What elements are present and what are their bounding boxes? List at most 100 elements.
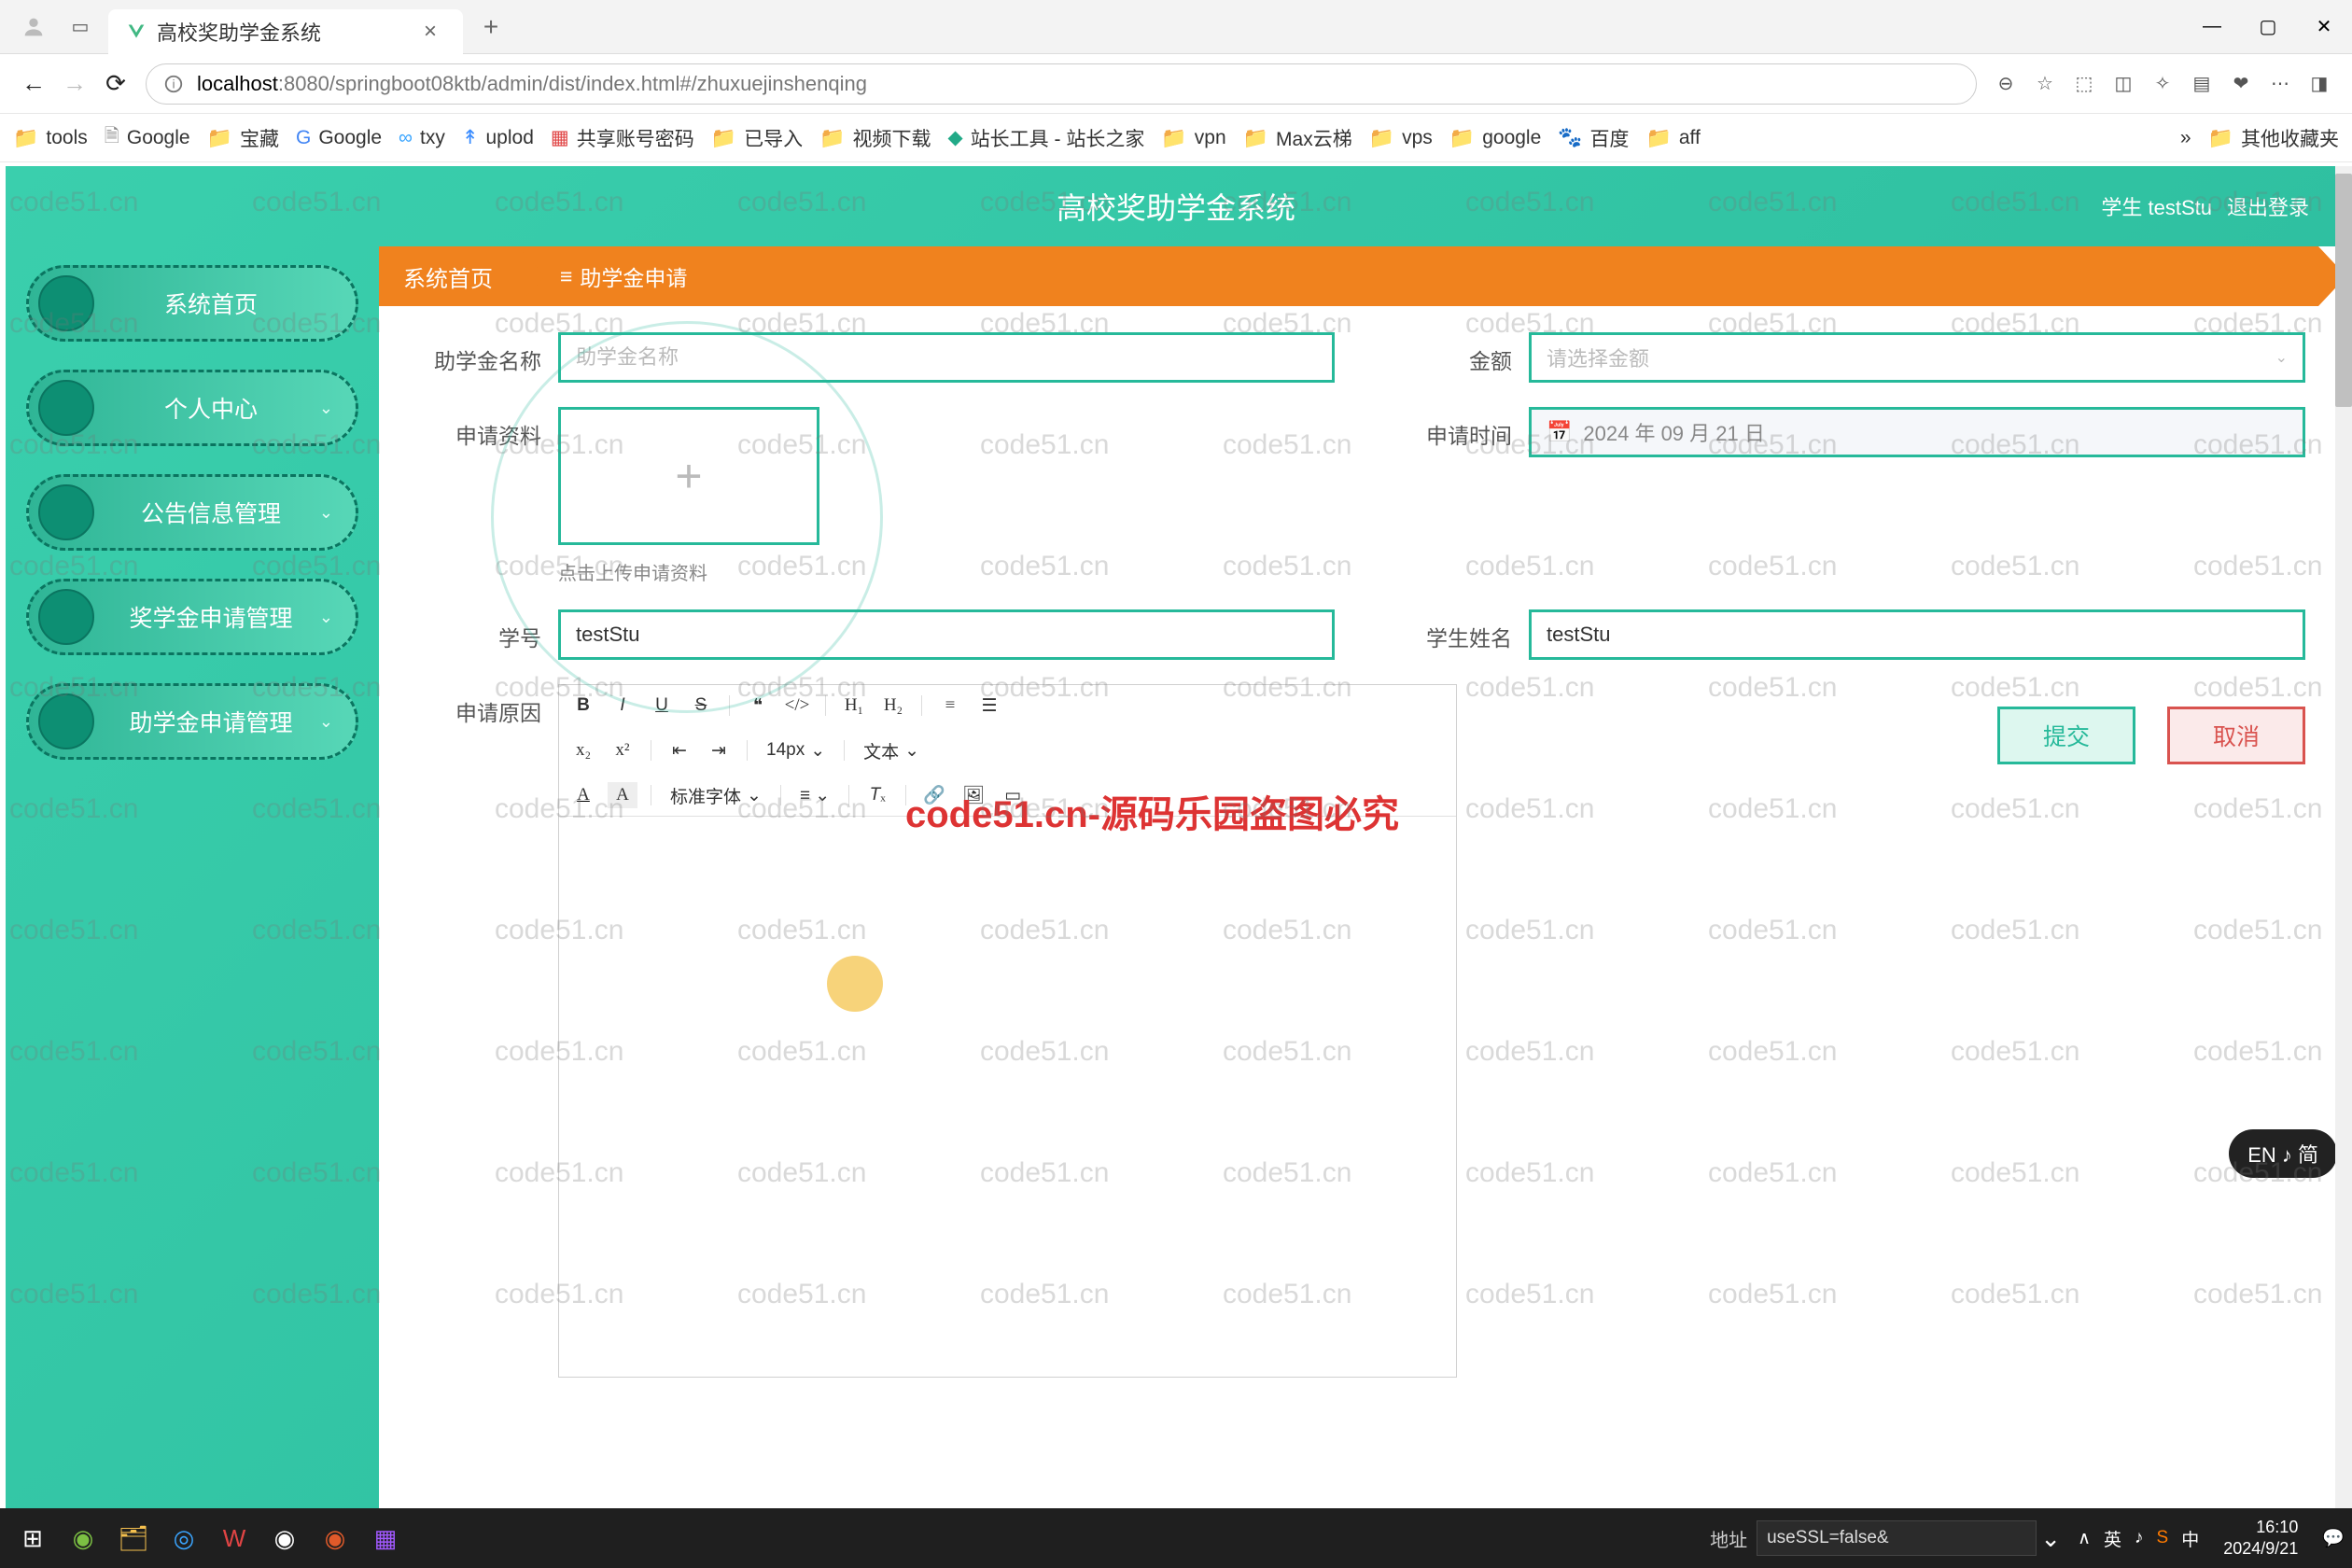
submit-button[interactable]: 提交: [1997, 707, 2135, 764]
bookmark-imported[interactable]: 📁已导入: [711, 124, 803, 152]
editor-align-select[interactable]: ≡ ⌄: [794, 785, 835, 806]
bookmark-baidu[interactable]: 🐾百度: [1558, 124, 1629, 152]
favorite-icon[interactable]: ☆: [2025, 64, 2065, 104]
upload-material[interactable]: +: [558, 407, 819, 545]
bookmark-tools[interactable]: 📁tools: [13, 126, 88, 150]
editor-ul-button[interactable]: ☰: [974, 693, 1004, 719]
bookmark-overflow[interactable]: »: [2180, 127, 2191, 149]
editor-image-button[interactable]: 🖼: [959, 782, 988, 808]
nav-forward-button[interactable]: →: [54, 63, 95, 105]
editor-font-select[interactable]: 标准字体 ⌄: [665, 783, 767, 808]
extensions-icon[interactable]: ⬚: [2065, 64, 2104, 104]
bookmark-max[interactable]: 📁Max云梯: [1243, 124, 1352, 152]
tray-notifications-icon[interactable]: 💬: [2322, 1527, 2345, 1549]
nav-refresh-button[interactable]: ⟳: [95, 63, 136, 105]
editor-clear-button[interactable]: Tₓ: [862, 782, 892, 808]
bookmark-zhanzhang[interactable]: ◆站长工具 - 站长之家: [948, 124, 1145, 152]
select-amount[interactable]: 请选择金额⌄: [1529, 332, 2305, 383]
bookmark-video[interactable]: 📁视频下载: [819, 124, 931, 152]
editor-bgcolor-button[interactable]: A: [608, 782, 637, 808]
input-apply-time[interactable]: 📅 2024 年 09 月 21 日: [1529, 407, 2305, 457]
editor-link-button[interactable]: 🔗: [919, 782, 949, 808]
editor-fontsize-select[interactable]: 14px ⌄: [761, 740, 831, 762]
collections-icon[interactable]: ✧: [2143, 64, 2182, 104]
bookmark-vps[interactable]: 📁vps: [1369, 126, 1433, 150]
browser-tab[interactable]: 高校奖助学金系统 ×: [108, 9, 463, 54]
editor-h2-button[interactable]: H₂: [878, 693, 908, 719]
tray-music-icon[interactable]: ♪: [2135, 1528, 2144, 1548]
shield-icon[interactable]: ❤: [2221, 64, 2261, 104]
editor-h1-button[interactable]: H₁: [839, 693, 869, 719]
sidebar-item-profile[interactable]: 个人中心 ⌄: [26, 370, 358, 446]
input-grant-name[interactable]: [558, 332, 1335, 383]
taskbar-edge-icon[interactable]: ◎: [159, 1513, 209, 1563]
bookmark-uplod[interactable]: ↟uplod: [462, 126, 534, 149]
zoom-icon[interactable]: ⊖: [1986, 64, 2025, 104]
sidebar-item-home[interactable]: 系统首页: [26, 265, 358, 342]
site-info-icon[interactable]: i: [163, 74, 184, 94]
sidebar-item-scholarship[interactable]: 奖学金申请管理 ⌄: [26, 579, 358, 655]
editor-strike-button[interactable]: S: [686, 693, 716, 719]
input-student-name[interactable]: [1529, 609, 2305, 660]
nav-back-button[interactable]: ←: [13, 63, 54, 105]
editor-ol-button[interactable]: ≡: [935, 693, 965, 719]
taskbar-wps-icon[interactable]: W: [209, 1513, 259, 1563]
taskbar-chrome-icon[interactable]: ◉: [259, 1513, 310, 1563]
editor-body[interactable]: [559, 817, 1456, 1377]
bookmark-baozang[interactable]: 📁宝藏: [207, 124, 279, 152]
ime-indicator[interactable]: EN ♪ 简: [2229, 1129, 2337, 1178]
bookmark-vpn[interactable]: 📁vpn: [1161, 126, 1225, 150]
sidebar-toggle-icon[interactable]: ◨: [2300, 64, 2339, 104]
tray-arrow-icon[interactable]: ∧: [2078, 1528, 2091, 1549]
scrollbar-thumb[interactable]: [2335, 174, 2352, 407]
taskbar-browser-icon[interactable]: ◉: [58, 1513, 108, 1563]
editor-code-button[interactable]: </>: [782, 693, 812, 719]
window-minimize[interactable]: —: [2184, 8, 2240, 46]
editor-indent-button[interactable]: ⇤: [665, 737, 694, 763]
split-icon[interactable]: ◫: [2104, 64, 2143, 104]
logout-link[interactable]: 退出登录: [2227, 191, 2309, 221]
tab-close-icon[interactable]: ×: [416, 19, 444, 45]
sidebar-item-announcement[interactable]: 公告信息管理 ⌄: [26, 474, 358, 551]
workspaces-icon[interactable]: ▭: [62, 8, 99, 46]
sidebar-item-grant[interactable]: 助学金申请管理 ⌄: [26, 683, 358, 760]
taskbar-addr-input[interactable]: useSSL=false&: [1757, 1520, 2037, 1556]
editor-sub-button[interactable]: x₂: [568, 737, 598, 763]
taskbar-explorer-icon[interactable]: 🗂: [108, 1513, 159, 1563]
bookmark-google3[interactable]: 📁google: [1449, 126, 1541, 150]
url-input[interactable]: i localhost:8080/springboot08ktb/admin/d…: [146, 63, 1977, 105]
bookmark-other[interactable]: 📁其他收藏夹: [2208, 124, 2339, 152]
bookmark-txy[interactable]: ∞txy: [399, 127, 445, 149]
reader-icon[interactable]: ▤: [2182, 64, 2221, 104]
taskbar-netease-icon[interactable]: ◉: [310, 1513, 360, 1563]
breadcrumb-home[interactable]: 系统首页: [379, 246, 517, 306]
editor-sup-button[interactable]: x²: [608, 737, 637, 763]
editor-video-button[interactable]: ▭: [998, 782, 1028, 808]
tray-lang[interactable]: 英: [2104, 1526, 2121, 1551]
bookmark-google[interactable]: 🗎Google: [105, 122, 190, 154]
editor-underline-button[interactable]: U: [647, 693, 677, 719]
bookmark-share[interactable]: ▦共享账号密码: [551, 124, 694, 152]
cancel-button[interactable]: 取消: [2167, 707, 2305, 764]
editor-outdent-button[interactable]: ⇥: [704, 737, 734, 763]
window-close[interactable]: ✕: [2296, 8, 2352, 46]
bookmark-google2[interactable]: GGoogle: [296, 127, 382, 149]
more-icon[interactable]: ⋯: [2261, 64, 2300, 104]
taskbar-idea-icon[interactable]: ▦: [360, 1513, 411, 1563]
input-student-id[interactable]: [558, 609, 1335, 660]
start-button[interactable]: ⊞: [7, 1513, 58, 1563]
new-tab-button[interactable]: +: [472, 8, 510, 46]
taskbar-dropdown-icon[interactable]: ⌄: [2037, 1513, 2065, 1563]
bookmark-aff[interactable]: 📁aff: [1645, 126, 1700, 150]
tray-sogou-icon[interactable]: S: [2157, 1528, 2169, 1548]
editor-bold-button[interactable]: B: [568, 693, 598, 719]
window-maximize[interactable]: ▢: [2240, 8, 2296, 46]
editor-style-select[interactable]: 文本 ⌄: [858, 738, 925, 763]
profile-icon[interactable]: [11, 5, 56, 49]
taskbar-clock[interactable]: 16:10 2024/9/21: [2223, 1517, 2298, 1561]
tray-ime[interactable]: 中: [2181, 1526, 2199, 1551]
editor-italic-button[interactable]: I: [608, 693, 637, 719]
scrollbar-vertical[interactable]: [2335, 166, 2352, 1510]
editor-quote-button[interactable]: ❝: [743, 693, 773, 719]
editor-color-button[interactable]: A: [568, 782, 598, 808]
